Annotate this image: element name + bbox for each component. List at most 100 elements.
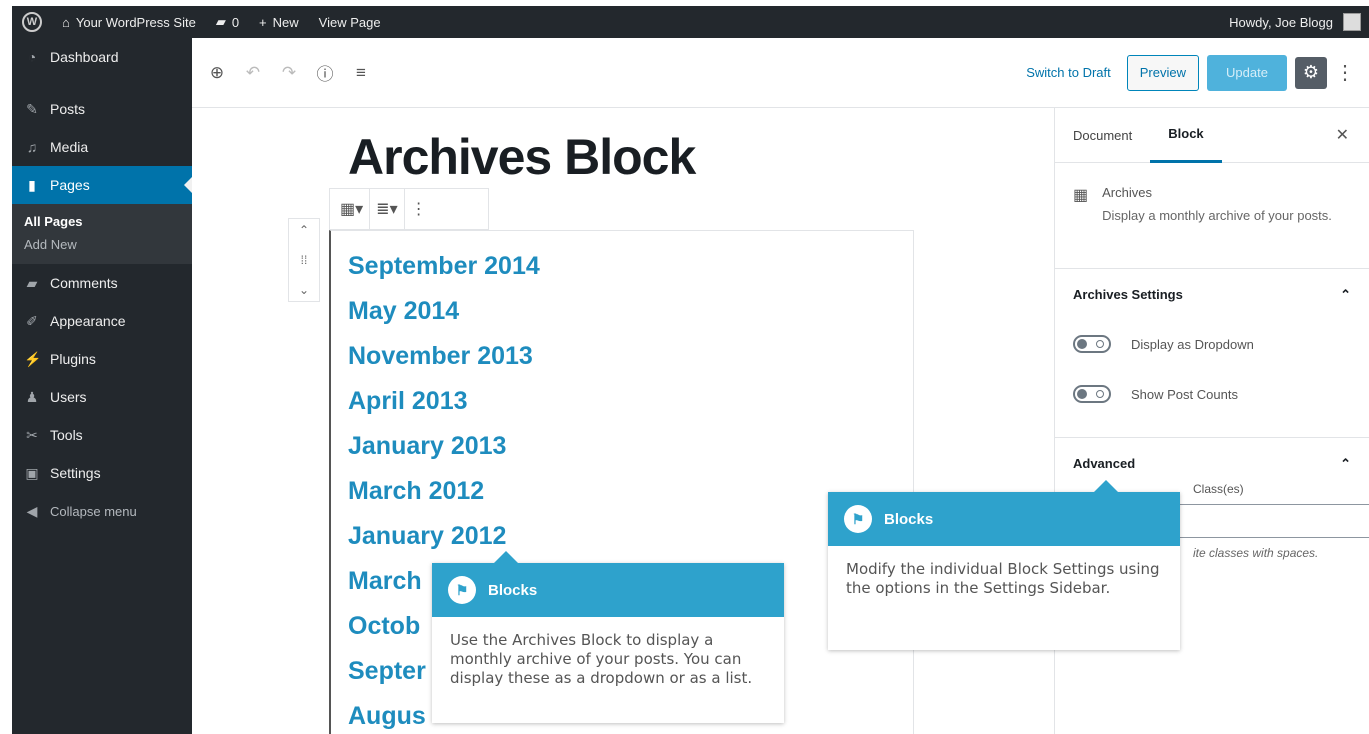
admin-bar: W ⌂ Your WordPress Site ▰ 0 + New View Page… [12,6,1369,38]
block-more-icon[interactable]: ⋮ [411,199,427,219]
editor-toolbar: ⊕ ↶ ↷ ⓘ ≡ Switch to Draft Preview Update… [192,38,1369,108]
tab-block[interactable]: Block [1150,108,1222,163]
calendar-icon[interactable]: ▦▾ [340,199,363,219]
admin-sidebar: ◔ Dashboard ✎ Posts ♫ Media ▮ Pages All Page… [12,38,192,734]
new-content-link[interactable]: + New [249,6,309,38]
chevron-up-icon[interactable]: ⌃ [299,223,309,237]
page-title[interactable]: Archives Block [348,128,696,186]
submenu-add-new[interactable]: Add New [12,233,192,256]
tooltip-header: ⚑ Blocks [432,563,784,617]
plug-icon: ⚡ [24,350,42,367]
settings-tabs: Document Block ✕ [1055,108,1369,163]
sidebar-item-label: Comments [50,275,118,291]
archive-link[interactable]: November 2013 [348,338,540,383]
toggle-label: Show Post Counts [1131,386,1238,402]
archive-link[interactable]: May 2014 [348,293,540,338]
block-toolbar: ▦▾ ≣▾ ⋮ [329,188,489,230]
advanced-header[interactable]: Advanced ⌃ [1073,456,1351,472]
gear-icon: ⚙ [1302,62,1320,82]
wordpress-logo-button[interactable]: W [12,6,52,38]
blocks-tooltip-left: ⚑ Blocks Use the Archives Block to displa… [432,551,784,723]
sidebar-item-media[interactable]: ♫ Media [12,128,192,166]
toolbar-divider [369,188,371,230]
pages-submenu: All Pages Add New [12,204,192,264]
tab-document[interactable]: Document [1055,108,1150,163]
sidebar-item-label: Dashboard [50,49,119,65]
tooltip-body: Use the Archives Block to display a mont… [450,631,753,687]
view-page-label: View Page [318,14,381,30]
comment-icon: ▰ [215,14,226,29]
archive-link[interactable]: January 2013 [348,428,540,473]
dashboard-icon: ◔ [27,49,37,65]
sidebar-item-posts[interactable]: ✎ Posts [12,90,192,128]
toggle-label: Display as Dropdown [1131,336,1254,352]
archive-link[interactable]: April 2013 [348,383,540,428]
sidebar-item-dashboard[interactable]: ◔ Dashboard [12,38,192,76]
sidebar-item-pages[interactable]: ▮ Pages [12,166,192,204]
toggle-switch[interactable] [1073,335,1111,353]
sidebar-item-users[interactable]: ♟ Users [12,378,192,416]
sidebar-item-label: Plugins [50,351,96,367]
settings-gear-button[interactable]: ⚙ [1295,56,1327,89]
site-name-link[interactable]: ⌂ Your WordPress Site [52,6,206,38]
archives-settings-header[interactable]: Archives Settings ⌃ [1073,287,1351,303]
users-icon: ♟ [25,388,39,405]
update-button[interactable]: Update [1207,54,1287,91]
view-page-link[interactable]: View Page [309,6,391,38]
flag-icon: ⚑ [448,576,476,604]
chevron-down-icon[interactable]: ⌄ [299,283,309,297]
more-options-icon[interactable]: ⋮ [1335,60,1355,85]
sidebar-item-label: Tools [50,427,83,443]
drag-handle-icon[interactable]: ⁞⁞ [301,253,308,267]
sidebar-item-appearance[interactable]: ✐ Appearance [12,302,192,340]
sidebar-item-label: Media [50,139,89,155]
align-icon[interactable]: ≣▾ [376,199,397,219]
preview-button[interactable]: Preview [1126,54,1199,91]
switch-to-draft-button[interactable]: Switch to Draft [1026,65,1111,80]
sidebar-item-plugins[interactable]: ⚡ Plugins [12,340,192,378]
sidebar-item-settings[interactable]: ▣ Settings [12,454,192,492]
screen: W ⌂ Your WordPress Site ▰ 0 + New View Page… [0,0,1369,734]
wordpress-icon: W [22,12,42,32]
new-label: New [272,14,299,30]
tooltip-arrow [1094,480,1118,492]
archive-link[interactable]: September 2014 [348,248,540,293]
close-icon[interactable]: ✕ [1336,125,1349,145]
toggle-switch[interactable] [1073,385,1111,403]
tooltip-title: Blocks [884,510,934,528]
pin-icon: ✎ [26,100,38,117]
panel-title: Advanced [1073,456,1136,471]
comments-count: 0 [231,14,240,30]
blocks-tooltip-right: ⚑ Blocks Modify the individual Block Sett… [828,480,1180,650]
block-description: Display a monthly archive of your posts. [1102,208,1332,223]
sidebar-item-label: Settings [50,465,101,481]
sidebar-item-label: Appearance [50,313,126,329]
tooltip-arrow [494,551,518,563]
redo-icon[interactable]: ↷ [278,62,300,84]
tooltip-title: Blocks [488,581,538,599]
account-menu[interactable]: Howdy, Joe Blogg [1219,6,1369,38]
brush-icon: ✐ [26,312,38,329]
undo-icon[interactable]: ↶ [242,62,264,84]
add-block-icon[interactable]: ⊕ [206,62,228,84]
sidebar-item-tools[interactable]: ✂ Tools [12,416,192,454]
collapse-icon: ◀ [26,502,38,519]
home-icon: ⌂ [62,14,70,30]
chevron-up-icon: ⌃ [1340,456,1351,471]
sidebar-item-comments[interactable]: ▰ Comments [12,264,192,302]
toggle-display-as-dropdown[interactable]: Display as Dropdown [1073,319,1351,369]
page-icon: ▮ [28,176,36,193]
outline-icon[interactable]: ≡ [350,62,372,84]
flag-icon: ⚑ [844,505,872,533]
sidebar-collapse-menu[interactable]: ◀ Collapse menu [12,492,192,530]
archive-link[interactable]: March 2012 [348,473,540,518]
tooltip-body: Modify the individual Block Settings usi… [846,560,1160,597]
howdy-text: Howdy, Joe Blogg [1229,14,1333,30]
submenu-all-pages[interactable]: All Pages [12,210,192,233]
info-icon[interactable]: ⓘ [314,62,336,84]
media-icon: ♫ [26,139,38,155]
toggle-show-post-counts[interactable]: Show Post Counts [1073,369,1351,419]
comments-link[interactable]: ▰ 0 [206,6,249,38]
class-label: Class(es) [1193,482,1244,496]
panel-title: Archives Settings [1073,287,1183,302]
